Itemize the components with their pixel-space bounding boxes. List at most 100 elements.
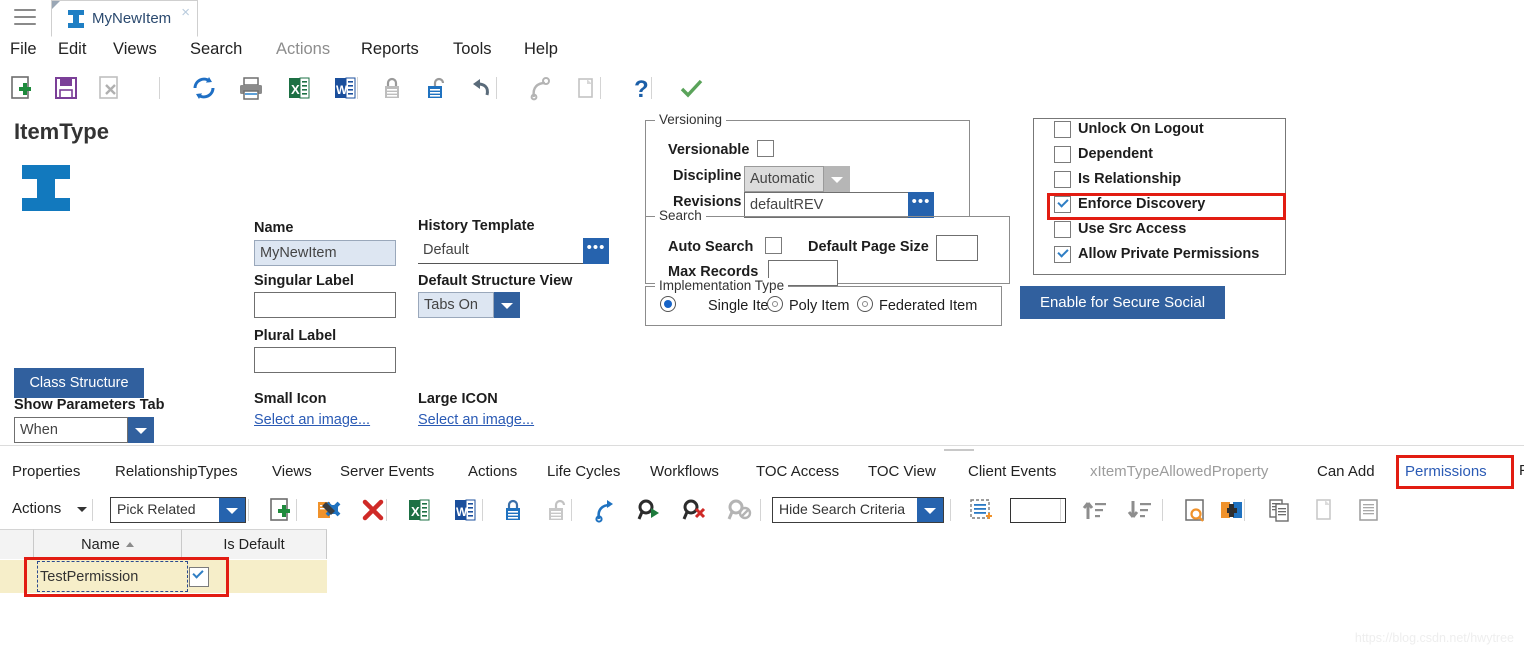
undo-icon[interactable] xyxy=(466,73,496,103)
column-header-name[interactable]: Name xyxy=(34,529,182,559)
default-page-size-input[interactable] xyxy=(936,235,978,261)
implementation-radio-federated-item[interactable] xyxy=(857,296,873,312)
history-template-label: History Template xyxy=(418,218,535,234)
class-structure-button[interactable]: Class Structure xyxy=(14,368,144,398)
name-input[interactable]: MyNewItem xyxy=(254,240,396,266)
tab-client-events[interactable]: Client Events xyxy=(968,463,1056,480)
tab-actions[interactable]: Actions xyxy=(468,463,517,480)
copy-icon[interactable] xyxy=(1264,495,1294,525)
show-parameters-tab-dropdown-icon[interactable] xyxy=(128,417,154,443)
export-word-icon[interactable]: W xyxy=(450,495,480,525)
discipline-value[interactable]: Automatic xyxy=(744,166,824,192)
column-header-label: Is Default xyxy=(223,536,285,553)
pick-related-item-icon[interactable] xyxy=(313,495,343,525)
preview-icon[interactable] xyxy=(1180,495,1210,525)
merge-icon[interactable] xyxy=(1216,495,1246,525)
redo-icon[interactable] xyxy=(589,495,619,525)
tab-toc-access[interactable]: TOC Access xyxy=(756,463,839,480)
implementation-radio-poly-item[interactable] xyxy=(767,296,783,312)
checkbox-dependent[interactable] xyxy=(1054,146,1071,163)
checkbox-is-relationship[interactable] xyxy=(1054,171,1071,188)
tab-xitemtypeallowedproperty[interactable]: xItemTypeAllowedProperty xyxy=(1090,463,1268,480)
label-unlock-on-logout: Unlock On Logout xyxy=(1078,121,1204,137)
report-icon[interactable] xyxy=(1353,495,1383,525)
discipline-dropdown-icon[interactable] xyxy=(824,166,850,192)
chevron-down-icon[interactable] xyxy=(219,498,245,522)
menu-item-views[interactable]: Views xyxy=(113,40,157,59)
chevron-down-icon[interactable] xyxy=(917,498,943,522)
large-icon-select-link[interactable]: Select an image... xyxy=(418,412,534,428)
singular-label-input[interactable] xyxy=(254,292,396,318)
hide-search-criteria-combo[interactable]: Hide Search Criteria xyxy=(772,497,944,523)
auto-search-checkbox[interactable] xyxy=(765,237,782,254)
auto-search-label: Auto Search xyxy=(668,239,754,255)
title-bar: MyNewItem × xyxy=(0,0,1524,38)
implementation-type-legend: Implementation Type xyxy=(655,278,789,293)
plural-label-input[interactable] xyxy=(254,347,396,373)
menu-item-actions[interactable]: Actions xyxy=(276,40,330,59)
export-excel-icon[interactable]: X xyxy=(404,495,434,525)
main-menu-icon[interactable] xyxy=(14,9,36,27)
tab-properties[interactable]: Properties xyxy=(12,463,80,480)
export-excel-icon[interactable]: X xyxy=(284,73,314,103)
save-icon[interactable] xyxy=(51,73,81,103)
tab-can-add[interactable]: Can Add xyxy=(1317,463,1375,480)
chevron-down-icon[interactable] xyxy=(77,507,87,512)
default-structure-view-dropdown-icon[interactable] xyxy=(494,292,520,318)
permissions-tab-highlight xyxy=(1396,455,1514,489)
tab-life-cycles[interactable]: Life Cycles xyxy=(547,463,620,480)
history-template-input[interactable]: Default xyxy=(418,238,583,264)
menu-item-edit[interactable]: Edit xyxy=(58,40,86,59)
clear-search-icon[interactable] xyxy=(679,495,709,525)
new-item-icon[interactable] xyxy=(7,73,37,103)
menu-item-file[interactable]: File xyxy=(10,40,37,59)
sort-descending-icon[interactable] xyxy=(1125,495,1155,525)
checkbox-allow-private-permissions[interactable] xyxy=(1054,246,1071,263)
show-parameters-tab-value[interactable]: When Populated xyxy=(14,417,128,462)
print-icon[interactable] xyxy=(236,73,266,103)
pick-related-combo[interactable]: Pick Related xyxy=(110,497,246,523)
menu-item-tools[interactable]: Tools xyxy=(453,40,492,59)
sort-ascending-icon[interactable] xyxy=(1080,495,1110,525)
help-icon[interactable]: ? xyxy=(625,73,655,103)
versionable-checkbox[interactable] xyxy=(757,140,774,157)
revisions-browse-icon[interactable]: ••• xyxy=(908,192,934,218)
checkbox-use-src-access[interactable] xyxy=(1054,221,1071,238)
revisions-input[interactable]: defaultREV xyxy=(744,192,934,218)
tab-toc-view[interactable]: TOC View xyxy=(868,463,936,480)
small-icon-select-link[interactable]: Select an image... xyxy=(254,412,370,428)
unlock-icon[interactable] xyxy=(422,73,452,103)
tab-server-events[interactable]: Server Events xyxy=(340,463,434,480)
lock-icon[interactable] xyxy=(498,495,528,525)
default-structure-view-value[interactable]: Tabs On xyxy=(418,292,494,318)
add-row-icon[interactable] xyxy=(266,495,296,525)
close-icon[interactable]: × xyxy=(181,5,190,20)
done-icon[interactable] xyxy=(676,73,706,103)
tab-corner-marker xyxy=(52,1,60,9)
tab-views[interactable]: Views xyxy=(272,463,312,480)
refresh-icon[interactable] xyxy=(189,73,219,103)
checkbox-unlock-on-logout[interactable] xyxy=(1054,121,1071,138)
export-word-icon[interactable]: W xyxy=(330,73,360,103)
tab-relationshiptypes[interactable]: RelationshipTypes xyxy=(115,463,238,480)
select-all-icon[interactable] xyxy=(966,495,996,525)
tab-overflow-indicator[interactable]: P xyxy=(1519,462,1524,479)
enable-secure-social-button[interactable]: Enable for Secure Social xyxy=(1020,286,1225,319)
history-template-browse-icon[interactable]: ••• xyxy=(583,238,609,264)
document-tab-mynewitem[interactable]: MyNewItem × xyxy=(51,0,198,37)
menu-item-reports[interactable]: Reports xyxy=(361,40,419,59)
run-search-icon[interactable] xyxy=(634,495,664,525)
versioning-legend: Versioning xyxy=(655,112,727,127)
implementation-radio-single-item[interactable] xyxy=(660,296,676,312)
grid-actions-menu[interactable]: Actions xyxy=(12,500,61,517)
toolbar-separator xyxy=(1162,499,1163,521)
column-header-label: Name xyxy=(81,536,120,553)
column-header-row[interactable] xyxy=(0,529,34,559)
paste-icon xyxy=(1309,495,1339,525)
menu-item-search[interactable]: Search xyxy=(190,40,242,59)
search-page-input[interactable] xyxy=(1010,498,1066,523)
tab-workflows[interactable]: Workflows xyxy=(650,463,719,480)
column-header-is-default[interactable]: Is Default xyxy=(182,529,327,559)
menu-item-help[interactable]: Help xyxy=(524,40,558,59)
remove-row-icon[interactable] xyxy=(358,495,388,525)
